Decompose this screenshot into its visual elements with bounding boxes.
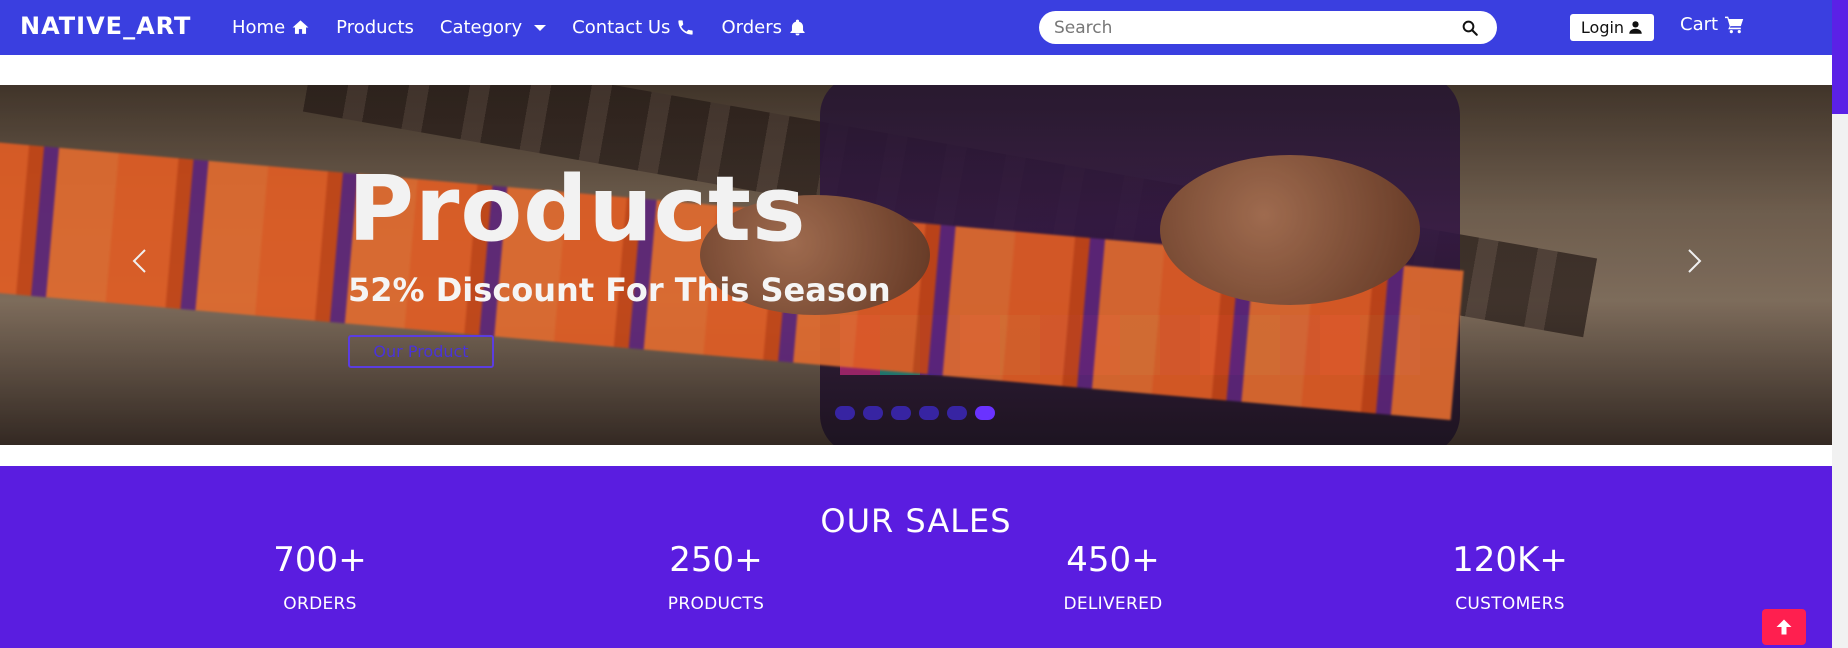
nav-orders-label: Orders bbox=[721, 17, 782, 38]
stat-orders: 700+ ORDERS bbox=[220, 540, 420, 614]
nav-products[interactable]: Products bbox=[336, 17, 414, 38]
sales-title: OUR SALES bbox=[820, 502, 1012, 540]
cart-link[interactable]: Cart bbox=[1680, 14, 1745, 35]
login-label: Login bbox=[1580, 18, 1625, 37]
stat-label: PRODUCTS bbox=[667, 594, 765, 614]
login-button[interactable]: Login bbox=[1570, 14, 1654, 41]
stat-value: 120K+ bbox=[1452, 540, 1568, 580]
carousel-indicator[interactable] bbox=[947, 406, 967, 420]
nav-home[interactable]: Home bbox=[232, 17, 310, 38]
carousel-indicator[interactable] bbox=[919, 406, 939, 420]
nav-contact[interactable]: Contact Us bbox=[572, 17, 695, 38]
hero-carousel: Products 52% Discount For This Season Ou… bbox=[0, 85, 1832, 445]
stat-value: 450+ bbox=[1066, 540, 1160, 580]
stat-label: ORDERS bbox=[283, 594, 357, 614]
stat-value: 250+ bbox=[669, 540, 763, 580]
carousel-indicator[interactable] bbox=[863, 406, 883, 420]
cart-icon bbox=[1725, 16, 1744, 34]
carousel-indicator-active[interactable] bbox=[975, 406, 995, 420]
cart-label: Cart bbox=[1680, 14, 1719, 35]
hero-title: Products bbox=[348, 157, 807, 262]
nav-orders[interactable]: Orders bbox=[721, 17, 807, 38]
stat-label: DELIVERED bbox=[1063, 594, 1163, 614]
hero-subtitle: 52% Discount For This Season bbox=[348, 271, 891, 309]
stat-value: 700+ bbox=[273, 540, 367, 580]
carousel-next-button[interactable] bbox=[1680, 247, 1708, 275]
search-input[interactable] bbox=[1054, 17, 1454, 38]
scrollbar-thumb[interactable] bbox=[1832, 0, 1848, 114]
carousel-indicators bbox=[835, 406, 995, 420]
page-scrollbar[interactable] bbox=[1832, 0, 1848, 648]
stat-delivered: 450+ DELIVERED bbox=[1013, 540, 1213, 614]
bell-icon bbox=[790, 19, 805, 36]
back-to-top-button[interactable] bbox=[1762, 609, 1806, 645]
nav-home-label: Home bbox=[232, 17, 286, 38]
nav-contact-label: Contact Us bbox=[572, 17, 671, 38]
sales-section: OUR SALES 700+ ORDERS 250+ PRODUCTS 450+… bbox=[0, 466, 1832, 648]
nav-links: Home Products Category Contact Us Orders bbox=[232, 0, 833, 55]
chevron-right-icon bbox=[1688, 249, 1702, 273]
hero-image-overlay bbox=[0, 85, 1832, 445]
our-product-button[interactable]: Our Product bbox=[348, 335, 494, 368]
navbar: NATIVE_ART Home Products Category Contac… bbox=[0, 0, 1832, 55]
chevron-left-icon bbox=[132, 249, 146, 273]
carousel-indicator[interactable] bbox=[891, 406, 911, 420]
carousel-indicator[interactable] bbox=[835, 406, 855, 420]
stat-products: 250+ PRODUCTS bbox=[616, 540, 816, 614]
search-bar bbox=[1039, 11, 1497, 44]
arrow-up-icon bbox=[1776, 619, 1792, 635]
chevron-down-icon bbox=[534, 24, 547, 31]
search-icon[interactable] bbox=[1461, 19, 1479, 37]
home-icon bbox=[292, 20, 309, 34]
phone-icon bbox=[678, 20, 694, 35]
carousel-prev-button[interactable] bbox=[126, 247, 154, 275]
nav-category-label: Category bbox=[439, 17, 523, 38]
nav-products-label: Products bbox=[336, 17, 414, 38]
stat-label: CUSTOMERS bbox=[1455, 594, 1565, 614]
stat-customers: 120K+ CUSTOMERS bbox=[1410, 540, 1610, 614]
brand-logo[interactable]: NATIVE_ART bbox=[20, 12, 191, 40]
nav-category-dropdown[interactable]: Category bbox=[439, 17, 547, 38]
user-icon bbox=[1629, 21, 1642, 34]
